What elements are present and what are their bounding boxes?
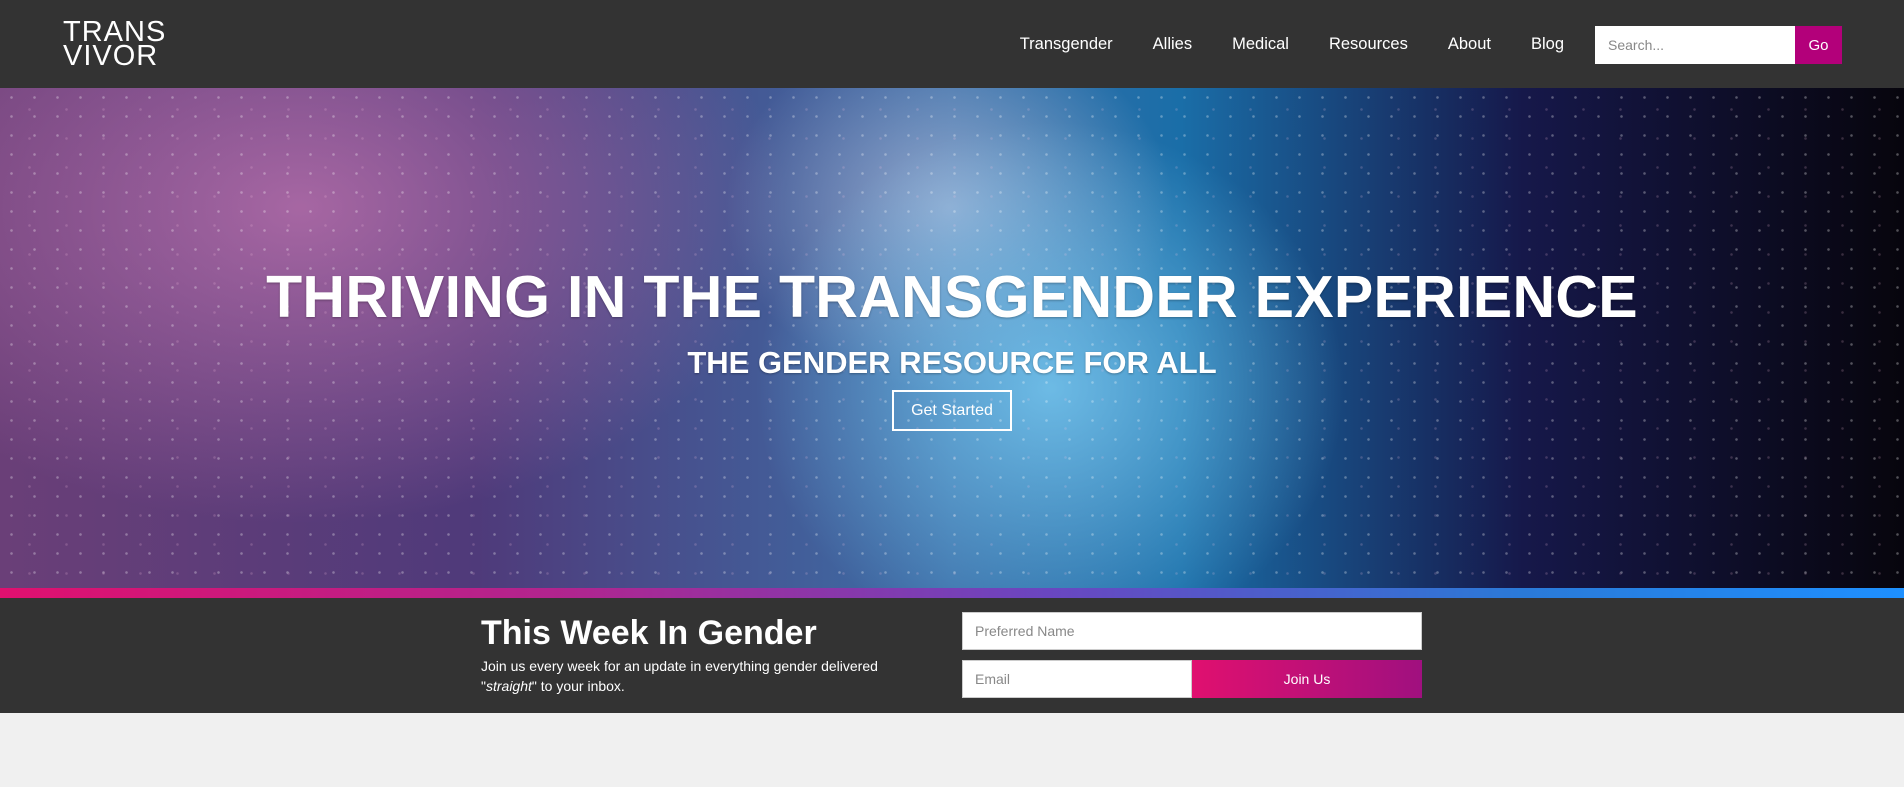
newsletter-description-end: " to your inbox.: [531, 678, 625, 694]
nav-item-about[interactable]: About: [1448, 35, 1491, 54]
hero-title: THRIVING IN THE TRANSGENDER EXPERIENCE: [266, 264, 1638, 330]
join-us-button[interactable]: Join Us: [1192, 660, 1422, 698]
email-input[interactable]: [962, 660, 1192, 698]
newsletter-description: Join us every week for an update in ever…: [481, 656, 901, 696]
search-go-button[interactable]: Go: [1795, 26, 1842, 64]
get-started-button[interactable]: Get Started: [892, 390, 1012, 431]
search-input[interactable]: [1595, 26, 1795, 64]
hero-banner: THRIVING IN THE TRANSGENDER EXPERIENCE T…: [0, 88, 1904, 588]
hero-subtitle: THE GENDER RESOURCE FOR ALL: [687, 345, 1217, 380]
newsletter-description-emphasis: straight: [485, 678, 532, 694]
nav-item-blog[interactable]: Blog: [1531, 35, 1564, 54]
nav-item-medical[interactable]: Medical: [1232, 35, 1289, 54]
nav-item-allies[interactable]: Allies: [1153, 35, 1192, 54]
main-nav: Transgender Allies Medical Resources Abo…: [980, 0, 1564, 88]
content-area: [0, 713, 1904, 787]
site-header: TRANS VIVOR Transgender Allies Medical R…: [0, 0, 1904, 88]
logo-text-bottom: VIVOR: [63, 40, 159, 72]
nav-item-resources[interactable]: Resources: [1329, 35, 1408, 54]
nav-item-transgender[interactable]: Transgender: [1020, 35, 1113, 54]
newsletter-section: This Week In Gender Join us every week f…: [0, 598, 1904, 713]
newsletter-title: This Week In Gender: [481, 614, 817, 652]
preferred-name-input[interactable]: [962, 612, 1422, 650]
transvivor-logo[interactable]: TRANS VIVOR: [63, 18, 169, 72]
hero-background-image: [0, 88, 1904, 588]
gradient-divider: [0, 588, 1904, 598]
